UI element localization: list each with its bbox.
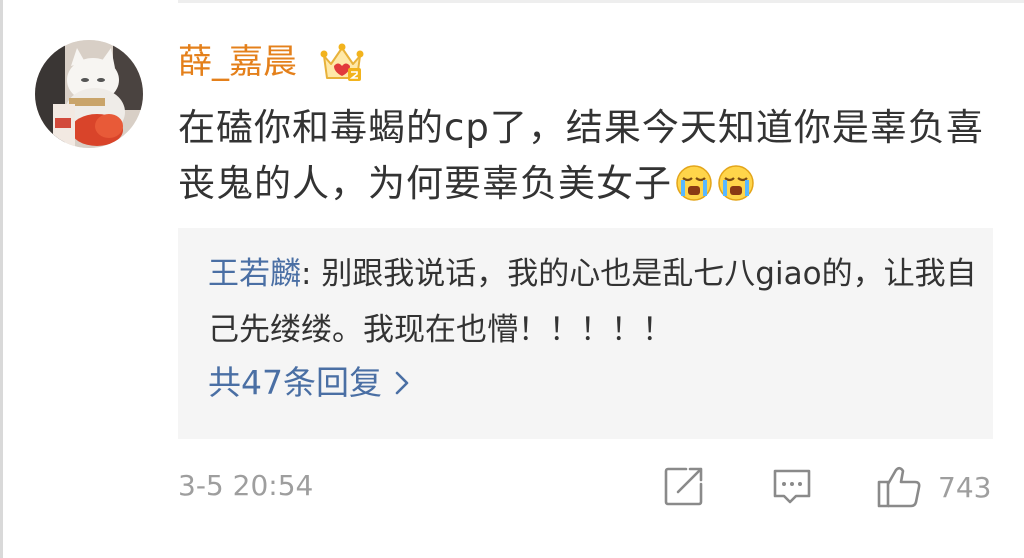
left-edge-divider [0, 0, 3, 558]
username[interactable]: 薛_嘉晨 [178, 40, 297, 84]
reply-body: 别跟我说话，我的心也是乱七八giao的，让我自己先缕缕。我现在也懵！！！！！ [208, 256, 977, 348]
reply-author[interactable]: 王若麟 [208, 256, 301, 292]
comment-icon [770, 469, 814, 512]
crying-emoji-icon [674, 162, 714, 202]
crown-badge-icon[interactable] [320, 42, 364, 84]
reply-separator: : [301, 256, 322, 292]
crying-emoji-icon [716, 162, 756, 202]
reply-text: 王若麟: 别跟我说话，我的心也是乱七八giao的，让我自己先缕缕。我现在也懵！！… [208, 246, 978, 358]
avatar[interactable] [35, 40, 143, 148]
share-button[interactable] [662, 464, 706, 512]
like-button[interactable]: 743 [876, 464, 996, 512]
share-icon [662, 467, 706, 512]
chevron-right-icon [394, 361, 410, 409]
timestamp: 3-5 20:54 [178, 469, 314, 502]
comment-button[interactable] [770, 464, 814, 512]
comment-body: 在磕你和毒蝎的cp了，结果今天知道你是辜负喜丧鬼的人，为何要辜负美女子 [178, 106, 984, 205]
thumbs-up-icon [876, 466, 924, 514]
top-divider [178, 0, 1024, 3]
reply-count-label: 共47条回复 [208, 363, 382, 402]
like-count: 743 [938, 471, 992, 504]
comment-text: 在磕你和毒蝎的cp了，结果今天知道你是辜负喜丧鬼的人，为何要辜负美女子 [178, 100, 1008, 212]
reply-preview[interactable]: 王若麟: 别跟我说话，我的心也是乱七八giao的，让我自己先缕缕。我现在也懵！！… [178, 228, 993, 439]
reply-count-link[interactable]: 共47条回复 [208, 359, 410, 409]
